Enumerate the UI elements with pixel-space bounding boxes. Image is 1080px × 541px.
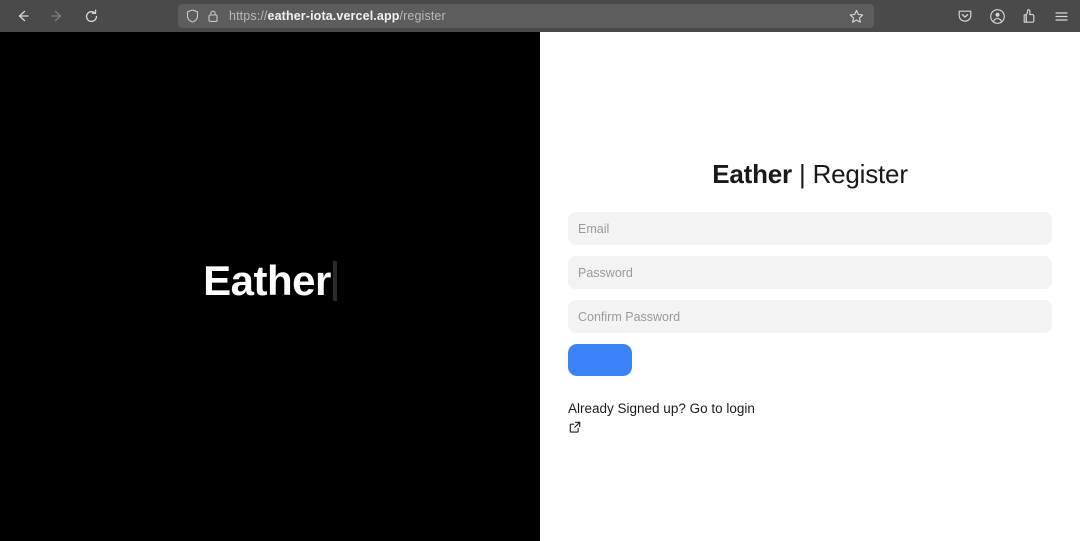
login-link-group: Already Signed up? Go to login: [568, 376, 1052, 434]
extensions-button[interactable]: [1014, 2, 1044, 30]
url-scheme: https://: [229, 9, 268, 23]
url-text: https://eather-iota.vercel.app/register: [229, 9, 844, 23]
account-circle-icon: [989, 8, 1005, 24]
password-input[interactable]: [568, 256, 1052, 290]
menu-button[interactable]: [1046, 2, 1076, 30]
account-button[interactable]: [982, 2, 1012, 30]
form-fields: Already Signed up? Go to login: [568, 212, 1080, 434]
hero-brand-text: Eather: [203, 256, 331, 304]
url-path: /register: [399, 9, 446, 23]
reload-button[interactable]: [74, 2, 108, 30]
address-bar-icons: [186, 9, 219, 23]
lock-icon[interactable]: [207, 9, 219, 23]
pocket-button[interactable]: [950, 2, 980, 30]
page-title: Eather | Register: [568, 159, 1080, 190]
navigation-buttons: [0, 2, 108, 30]
hamburger-menu-icon: [1054, 11, 1068, 21]
reload-icon: [85, 9, 97, 22]
hero-panel: Eather: [0, 32, 540, 541]
hero-brand-typewriter: Eather: [203, 256, 337, 304]
star-icon: [849, 9, 863, 23]
page-title-page: Register: [812, 159, 908, 189]
confirm-password-input[interactable]: [568, 300, 1052, 334]
typing-caret: [332, 260, 337, 301]
register-form: Eather | Register Already Signed up? Go …: [568, 32, 1080, 434]
go-to-login-link[interactable]: Already Signed up? Go to login: [568, 401, 755, 418]
url-host: eather-iota.vercel.app: [267, 9, 400, 23]
register-panel: Eather | Register Already Signed up? Go …: [540, 32, 1080, 541]
page-content: Eather Eather | Register Already Signed …: [0, 32, 1080, 541]
external-link-icon[interactable]: [568, 420, 582, 434]
register-submit-button[interactable]: [568, 344, 632, 377]
email-input[interactable]: [568, 212, 1052, 246]
back-arrow-icon: [18, 10, 29, 22]
page-title-brand: Eather: [712, 159, 792, 189]
forward-button[interactable]: [40, 2, 74, 30]
pocket-icon: [958, 10, 972, 22]
bookmark-button[interactable]: [844, 4, 868, 28]
browser-toolbar: https://eather-iota.vercel.app/register: [0, 0, 1080, 32]
back-button[interactable]: [6, 2, 40, 30]
address-bar[interactable]: https://eather-iota.vercel.app/register: [178, 4, 874, 28]
extensions-icon: [1023, 9, 1035, 23]
toolbar-right-icons: [950, 0, 1076, 32]
forward-arrow-icon: [51, 10, 62, 22]
shield-icon[interactable]: [186, 9, 199, 23]
page-title-separator: |: [791, 159, 813, 189]
